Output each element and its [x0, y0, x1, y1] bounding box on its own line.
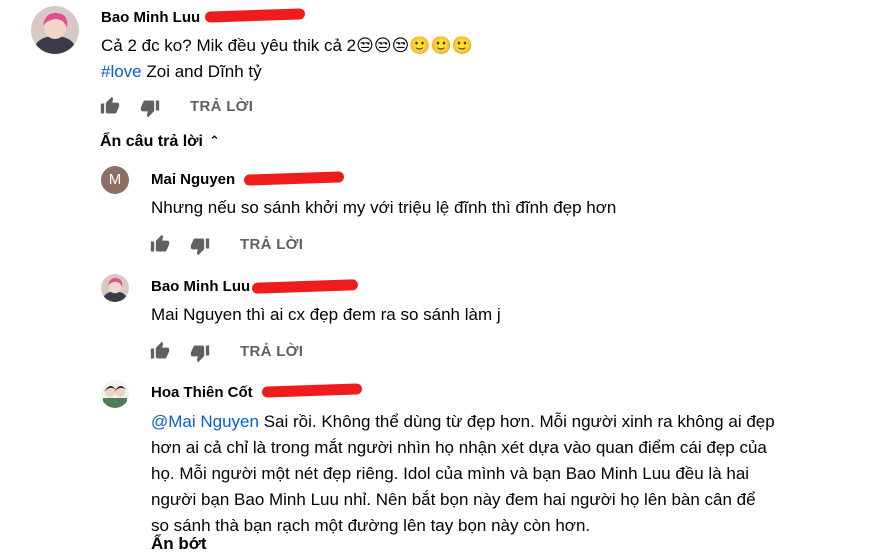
reply-line: họ. Mỗi người một nét đẹp riêng. Idol củ… — [151, 464, 750, 483]
reply-text: Nhưng nếu so sánh khởi my với triệu lệ đ… — [151, 198, 617, 217]
avatar[interactable] — [101, 380, 129, 408]
like-icon[interactable] — [100, 96, 122, 118]
reply-line: người bạn Bao Minh Luu nhỉ. Nên bắt bọn … — [151, 490, 756, 509]
reply-button[interactable]: TRẢ LỜI — [190, 98, 253, 115]
mention-link[interactable]: @Mai Nguyen — [151, 412, 259, 431]
hashtag-link[interactable]: #love — [101, 62, 142, 81]
like-icon[interactable] — [150, 234, 172, 256]
hide-replies-label: Ẩn câu trả lời — [100, 133, 203, 150]
reply-line: Sai rồi. Không thể dùng từ đẹp hơn. Mỗi … — [258, 412, 775, 431]
chevron-up-icon: ⌃ — [208, 133, 220, 148]
hide-replies-toggle[interactable]: Ẩn câu trả lời ⌃ — [100, 133, 220, 151]
dislike-icon[interactable] — [190, 343, 212, 365]
reply-button[interactable]: TRẢ LỜI — [240, 236, 303, 253]
reply-author[interactable]: Mai Nguyen — [151, 171, 235, 188]
reply-actions: TRẢ LỜI — [150, 341, 350, 365]
redacted-timestamp — [243, 171, 345, 186]
avatar[interactable] — [101, 274, 129, 302]
reply-text: @Mai Nguyen Sai rồi. Không thể dùng từ đ… — [151, 409, 775, 539]
avatar-letter: M — [108, 171, 122, 188]
reply-button[interactable]: TRẢ LỜI — [240, 343, 303, 360]
redacted-timestamp — [204, 8, 306, 23]
reply-author[interactable]: Bao Minh Luu — [151, 278, 250, 295]
reply-author[interactable]: Hoa Thiên Cốt — [151, 384, 253, 401]
redacted-timestamp — [261, 383, 363, 398]
user-avatar-image — [101, 380, 129, 408]
comment-hashtag-rest: Zoi and Dĩnh tỷ — [141, 62, 262, 81]
like-icon[interactable] — [150, 341, 172, 363]
reply-line: so sánh thà bạn rạch một đường lên tay b… — [151, 516, 591, 535]
user-avatar-image — [101, 274, 129, 302]
comment-actions: TRẢ LỜI — [100, 96, 300, 120]
comment-text: Cả 2 đc ko? Mik đều yêu thik cả 2😒😒😒🙂🙂🙂 … — [101, 33, 473, 85]
redacted-timestamp — [251, 279, 359, 294]
comment-author[interactable]: Bao Minh Luu — [101, 9, 200, 26]
comment-line: Cả 2 đc ko? Mik đều yêu thik cả 2😒😒😒🙂🙂🙂 — [101, 36, 473, 55]
dislike-icon[interactable] — [190, 236, 212, 258]
reply-actions: TRẢ LỜI — [150, 234, 350, 258]
dislike-icon[interactable] — [140, 98, 162, 120]
reply-text: Mai Nguyen thì ai cx đẹp đem ra so sánh … — [151, 305, 501, 324]
avatar[interactable]: M — [101, 166, 129, 194]
avatar[interactable] — [31, 6, 79, 54]
show-less-button[interactable]: Ẩn bớt — [151, 534, 207, 554]
user-avatar-image — [31, 6, 79, 54]
reply-line: hơn ai cả chỉ là trong mắt người nhìn họ… — [151, 438, 767, 457]
